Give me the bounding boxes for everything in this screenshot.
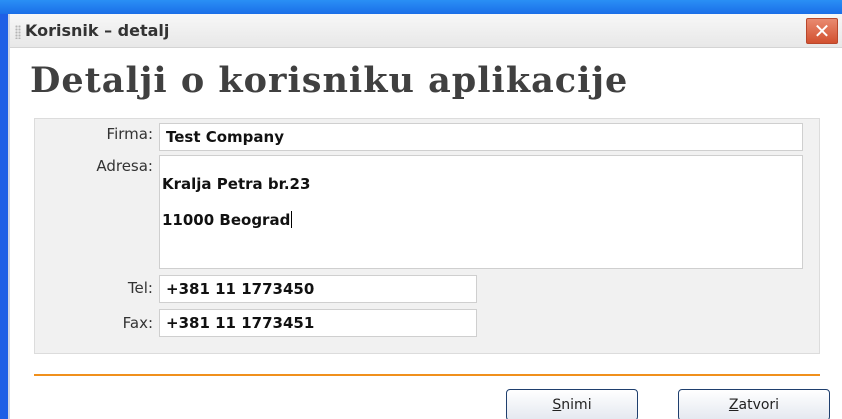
- page-title: Detalji o korisniku aplikacije: [30, 60, 629, 101]
- fax-value: +381 11 1773451: [166, 314, 315, 332]
- close-label-rest: atvori: [738, 397, 780, 413]
- adresa-line-1: Kralja Petra br.23: [162, 175, 311, 193]
- dialog-frame: Korisnik – detalj ✕ Detalji o korisniku …: [8, 14, 842, 419]
- tel-label: Tel:: [127, 279, 153, 297]
- title-bar[interactable]: Korisnik – detalj ✕: [10, 14, 842, 48]
- firma-label: Firma:: [106, 125, 153, 143]
- save-button[interactable]: Snimi: [506, 389, 638, 419]
- tel-value: +381 11 1773450: [166, 280, 315, 298]
- divider: [34, 374, 820, 376]
- tel-input[interactable]: +381 11 1773450: [159, 275, 477, 303]
- close-window-button[interactable]: ✕: [806, 18, 838, 44]
- close-icon: ✕: [813, 19, 831, 43]
- dialog-window: Korisnik – detalj ✕ Detalji o korisniku …: [0, 0, 842, 419]
- adresa-label: Adresa:: [96, 157, 153, 175]
- adresa-line-2: 11000 Beograd: [162, 211, 291, 229]
- firma-value: Test Company: [166, 128, 284, 146]
- fax-input[interactable]: +381 11 1773451: [159, 309, 477, 337]
- fax-label: Fax:: [122, 314, 153, 332]
- close-mnemonic: Z: [728, 397, 739, 413]
- save-mnemonic: S: [552, 397, 562, 413]
- form-panel: Firma: Test Company Adresa: Kralja Petra…: [34, 118, 820, 354]
- text-caret: [291, 211, 293, 228]
- adresa-textarea[interactable]: Kralja Petra br.23 11000 Beograd: [159, 155, 803, 269]
- close-button[interactable]: Zatvori: [678, 389, 830, 419]
- drag-grip-icon[interactable]: [15, 25, 21, 39]
- save-label-rest: nimi: [561, 397, 592, 413]
- firma-input[interactable]: Test Company: [159, 123, 803, 151]
- window-top-border: [0, 0, 842, 14]
- window-title: Korisnik – detalj: [25, 21, 170, 40]
